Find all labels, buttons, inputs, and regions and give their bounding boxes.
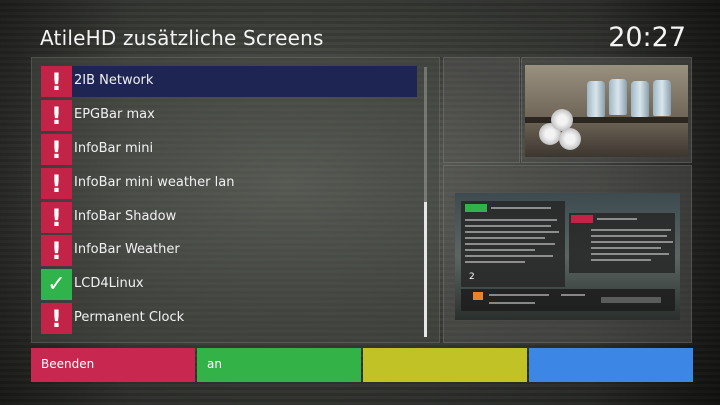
warning-icon: ! bbox=[41, 100, 72, 131]
list-item[interactable]: ! Permanent Clock bbox=[41, 303, 417, 334]
yellow-button[interactable] bbox=[363, 348, 527, 382]
list-item-label: InfoBar Shadow bbox=[74, 209, 177, 224]
list-item-label: LCD4Linux bbox=[74, 276, 144, 291]
warning-icon: ! bbox=[41, 303, 72, 334]
warning-icon: ! bbox=[41, 66, 72, 97]
list-item-label: InfoBar mini bbox=[74, 141, 154, 156]
live-video-thumbnail bbox=[525, 65, 688, 157]
empty-tile bbox=[443, 57, 520, 163]
list-item-label: EPGBar max bbox=[74, 107, 155, 122]
scrollbar[interactable] bbox=[424, 67, 427, 337]
list-item[interactable]: ! 2IB Network bbox=[41, 66, 417, 97]
preview-infobar bbox=[461, 289, 675, 311]
warning-icon: ! bbox=[41, 168, 72, 199]
green-button[interactable]: an bbox=[197, 348, 361, 382]
blue-button[interactable] bbox=[529, 348, 693, 382]
screen-preview-image: 2 bbox=[455, 193, 680, 320]
preview-info-panel bbox=[461, 201, 565, 287]
list-item-label: InfoBar mini weather lan bbox=[74, 175, 235, 190]
page-title: AtileHD zusätzliche Screens bbox=[40, 26, 324, 50]
warning-icon: ! bbox=[41, 235, 72, 266]
list-item-label: Permanent Clock bbox=[74, 310, 185, 325]
warning-icon: ! bbox=[41, 134, 72, 165]
list-item[interactable]: ! EPGBar max bbox=[41, 100, 417, 131]
screens-list: ! 2IB Network ! EPGBar max ! InfoBar min… bbox=[31, 57, 440, 343]
green-button-label: an bbox=[207, 357, 222, 371]
list-item[interactable]: ! InfoBar Shadow bbox=[41, 202, 417, 233]
preview-detail-panel bbox=[569, 213, 675, 273]
scrollbar-thumb[interactable] bbox=[424, 202, 427, 337]
list-item[interactable]: ✓ LCD4Linux bbox=[41, 269, 417, 300]
list-item[interactable]: ! InfoBar mini weather lan bbox=[41, 168, 417, 199]
red-button[interactable]: Beenden bbox=[31, 348, 195, 382]
list-item-label: 2IB Network bbox=[74, 73, 154, 88]
warning-icon: ! bbox=[41, 202, 72, 233]
checkmark-icon: ✓ bbox=[41, 269, 72, 300]
list-item[interactable]: ! InfoBar mini bbox=[41, 134, 417, 165]
preview-channel-number: 2 bbox=[469, 272, 475, 282]
red-button-label: Beenden bbox=[41, 357, 95, 371]
clock: 20:27 bbox=[608, 22, 686, 53]
list-item[interactable]: ! InfoBar Weather bbox=[41, 235, 417, 266]
list-item-label: InfoBar Weather bbox=[74, 242, 180, 257]
